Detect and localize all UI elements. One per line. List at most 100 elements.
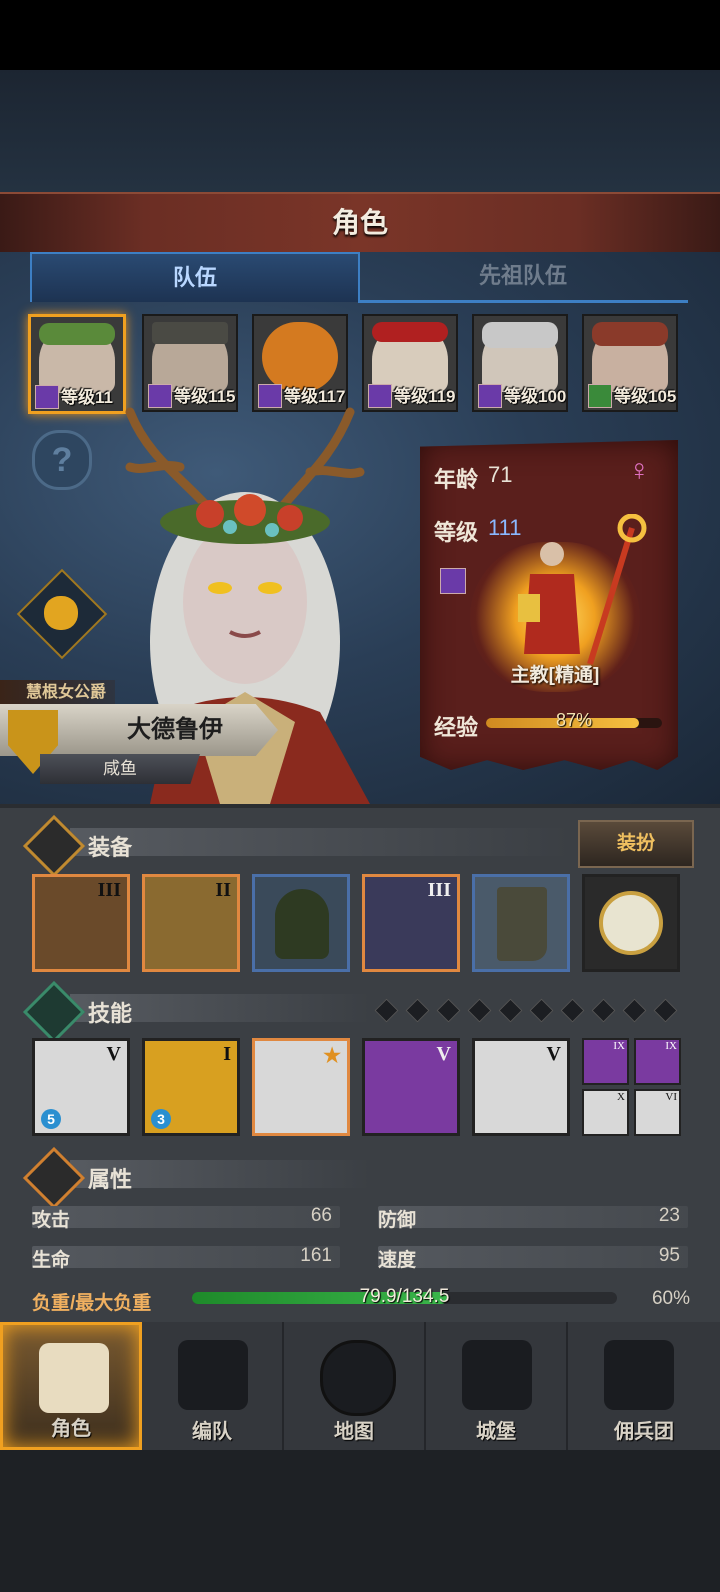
exp-label: 经验 [434, 715, 479, 740]
dress-up-button[interactable]: 装扮 [578, 820, 694, 868]
roster-portrait-5[interactable]: 等级100 [472, 314, 568, 412]
page-title: 角色 [331, 207, 388, 238]
hp-value: 161 [300, 1245, 332, 1266]
skill-rank: V [106, 1043, 121, 1065]
speed-value: 95 [658, 1245, 680, 1266]
skill-point-diamond [436, 998, 461, 1023]
amulet-icon [599, 891, 663, 955]
help-icon[interactable]: ? [32, 430, 92, 490]
hat-icon [152, 322, 228, 344]
equip-slot-armor[interactable]: III [362, 874, 460, 972]
equip-rank: III [427, 879, 451, 901]
mini-rank: VI [665, 1091, 677, 1103]
skill-rank: V [436, 1043, 451, 1065]
skill-points-row [374, 998, 686, 1023]
left-eye [208, 582, 232, 594]
flask-section-icon [22, 1146, 86, 1210]
compass-icon [320, 1340, 396, 1416]
knight-icon [39, 1343, 109, 1413]
roster-level: 等级105 [614, 387, 677, 406]
load-value: 79.9/134.5 [359, 1286, 450, 1307]
defense-label: 防御 [378, 1210, 417, 1231]
nav-mercenary[interactable]: 佣兵团 [568, 1322, 720, 1450]
equip-slot-boots[interactable] [472, 874, 570, 972]
dagger-section-icon [22, 814, 86, 878]
age-label: 年龄 [434, 467, 479, 492]
attack-value: 66 [310, 1205, 332, 1226]
age-value: 71 [488, 462, 513, 487]
bottom-nav: 角色 编队 地图 城堡 佣兵团 [0, 1322, 720, 1450]
star-section-icon [22, 980, 86, 1044]
mini-skill-burst[interactable]: X [582, 1089, 629, 1136]
load-label: 负重/最大负重 [32, 1293, 152, 1314]
skill-point-diamond [529, 998, 554, 1023]
skill-point-diamond [560, 998, 585, 1023]
right-eye [258, 582, 282, 594]
skill-star-icon: ★ [323, 1045, 341, 1067]
role-name[interactable]: 主教[精通] [470, 660, 640, 687]
bottom-backdrop [0, 1450, 720, 1592]
nav-label: 地图 [334, 1421, 374, 1443]
nav-label: 编队 [192, 1421, 232, 1443]
hp-label: 生命 [32, 1250, 71, 1271]
face [183, 520, 307, 684]
attributes-label: 属性 [88, 1167, 133, 1192]
skill-slot-crystal-hand[interactable]: V [362, 1038, 460, 1136]
nav-castle[interactable]: 城堡 [426, 1322, 568, 1450]
skill-point-diamond [653, 998, 678, 1023]
female-gender-icon: ♀ [628, 454, 651, 487]
skills-label: 技能 [88, 1001, 133, 1026]
potion-bag-icon[interactable] [44, 596, 78, 630]
hero-title-tag: 慧根女公爵 [0, 680, 115, 706]
equip-slot-tome[interactable]: II [142, 874, 240, 972]
staff-class-icon [440, 568, 466, 594]
tab-ancestor-team[interactable]: 先祖队伍 [358, 252, 688, 303]
hero-name[interactable]: 大德鲁伊 [80, 704, 270, 756]
boots-icon [497, 887, 547, 961]
skill-point-diamond [467, 998, 492, 1023]
santa-hat-icon [372, 322, 448, 342]
roster-portrait-6[interactable]: 等级105 [582, 314, 678, 412]
top-backdrop [0, 70, 720, 192]
skill-point-diamond [622, 998, 647, 1023]
exp-percent: 87% [555, 710, 593, 730]
mini-rank: IX [613, 1040, 625, 1052]
mini-skill-spear[interactable]: IX [582, 1038, 629, 1085]
tab-team[interactable]: 队伍 [30, 252, 360, 302]
skill-slot-crystal-summon[interactable]: ★ [252, 1038, 350, 1136]
nav-map[interactable]: 地图 [284, 1322, 426, 1450]
level-label: 等级 [434, 520, 479, 545]
skill-point-diamond [374, 998, 399, 1023]
skill-badge: 3 [151, 1109, 171, 1129]
mini-rank: X [617, 1091, 625, 1103]
mini-skill-sun[interactable]: IX [634, 1038, 681, 1085]
skill-point-diamond [405, 998, 430, 1023]
skill-rank: I [223, 1043, 231, 1065]
skill-slot-crystal-grab[interactable]: V [472, 1038, 570, 1136]
pirate-hat-icon [592, 322, 668, 346]
equip-slot-weapon[interactable]: III [32, 874, 130, 972]
castle-icon [462, 1340, 532, 1410]
skill-slot-spear[interactable]: V5 [32, 1038, 130, 1136]
equip-slot-hood[interactable] [252, 874, 350, 972]
mini-skill-star[interactable]: VI [634, 1089, 681, 1136]
defense-value: 23 [658, 1205, 680, 1226]
skill-point-diamond [498, 998, 523, 1023]
skill-slot-holy-shield[interactable]: I3 [142, 1038, 240, 1136]
equip-slot-amulet[interactable] [582, 874, 680, 972]
pumpkin-head-icon [262, 322, 338, 392]
hood-icon [275, 889, 329, 959]
attack-label: 攻击 [32, 1210, 71, 1231]
details-panel: 装备 装扮 III II III 技能 V5 I3 ★ V V IX IX X … [0, 804, 720, 1326]
skill-badge: 5 [41, 1109, 61, 1129]
mini-rank: IX [665, 1040, 677, 1052]
nav-label: 佣兵团 [614, 1421, 674, 1443]
nav-character[interactable]: 角色 [0, 1322, 142, 1450]
hero-nickname[interactable]: 咸鱼 [40, 754, 200, 784]
equip-rank: III [97, 879, 121, 901]
load-percent: 60% [651, 1288, 690, 1309]
nav-formation[interactable]: 编队 [142, 1322, 284, 1450]
helmet-icon [178, 1340, 248, 1410]
nav-label: 城堡 [476, 1421, 516, 1443]
flower-crown [160, 494, 330, 544]
